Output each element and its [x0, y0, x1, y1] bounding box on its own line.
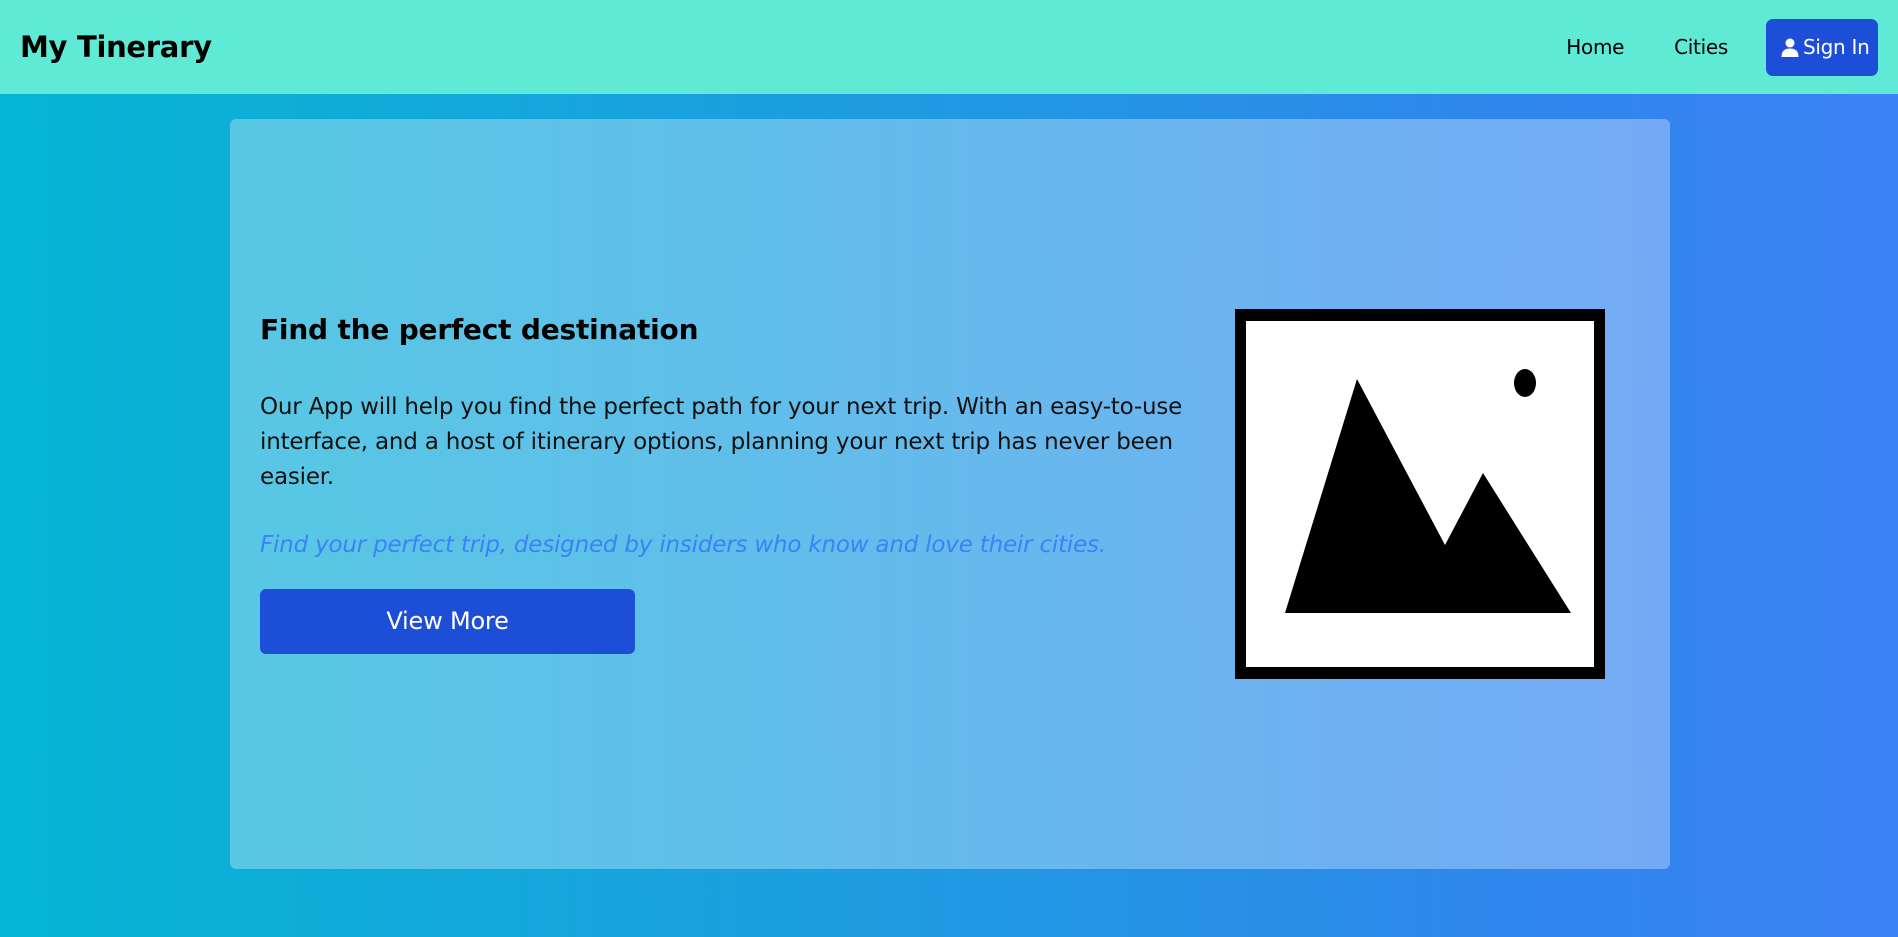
- view-more-button[interactable]: View More: [260, 588, 635, 654]
- navbar: My Tinerary Home Cities Sign In: [0, 0, 1898, 94]
- hero-card: Find the perfect destination Our App wil…: [230, 119, 1670, 869]
- sign-in-button[interactable]: Sign In: [1766, 18, 1878, 76]
- nav-cities-link[interactable]: Cities: [1674, 35, 1728, 59]
- hero-tagline: Find your perfect trip, designed by insi…: [260, 531, 1106, 558]
- sign-in-label: Sign In: [1803, 35, 1870, 59]
- nav-links: Home Cities Sign In: [1566, 0, 1878, 94]
- hero-content: Find the perfect destination Our App wil…: [260, 313, 1190, 654]
- hero-description: Our App will help you find the perfect p…: [260, 393, 1183, 490]
- hero-headline: Find the perfect destination: [260, 313, 699, 346]
- user-icon: [1781, 38, 1799, 57]
- brand-logo[interactable]: My Tinerary: [20, 30, 212, 64]
- nav-home-link[interactable]: Home: [1566, 35, 1624, 59]
- image-placeholder-icon: [1235, 309, 1605, 679]
